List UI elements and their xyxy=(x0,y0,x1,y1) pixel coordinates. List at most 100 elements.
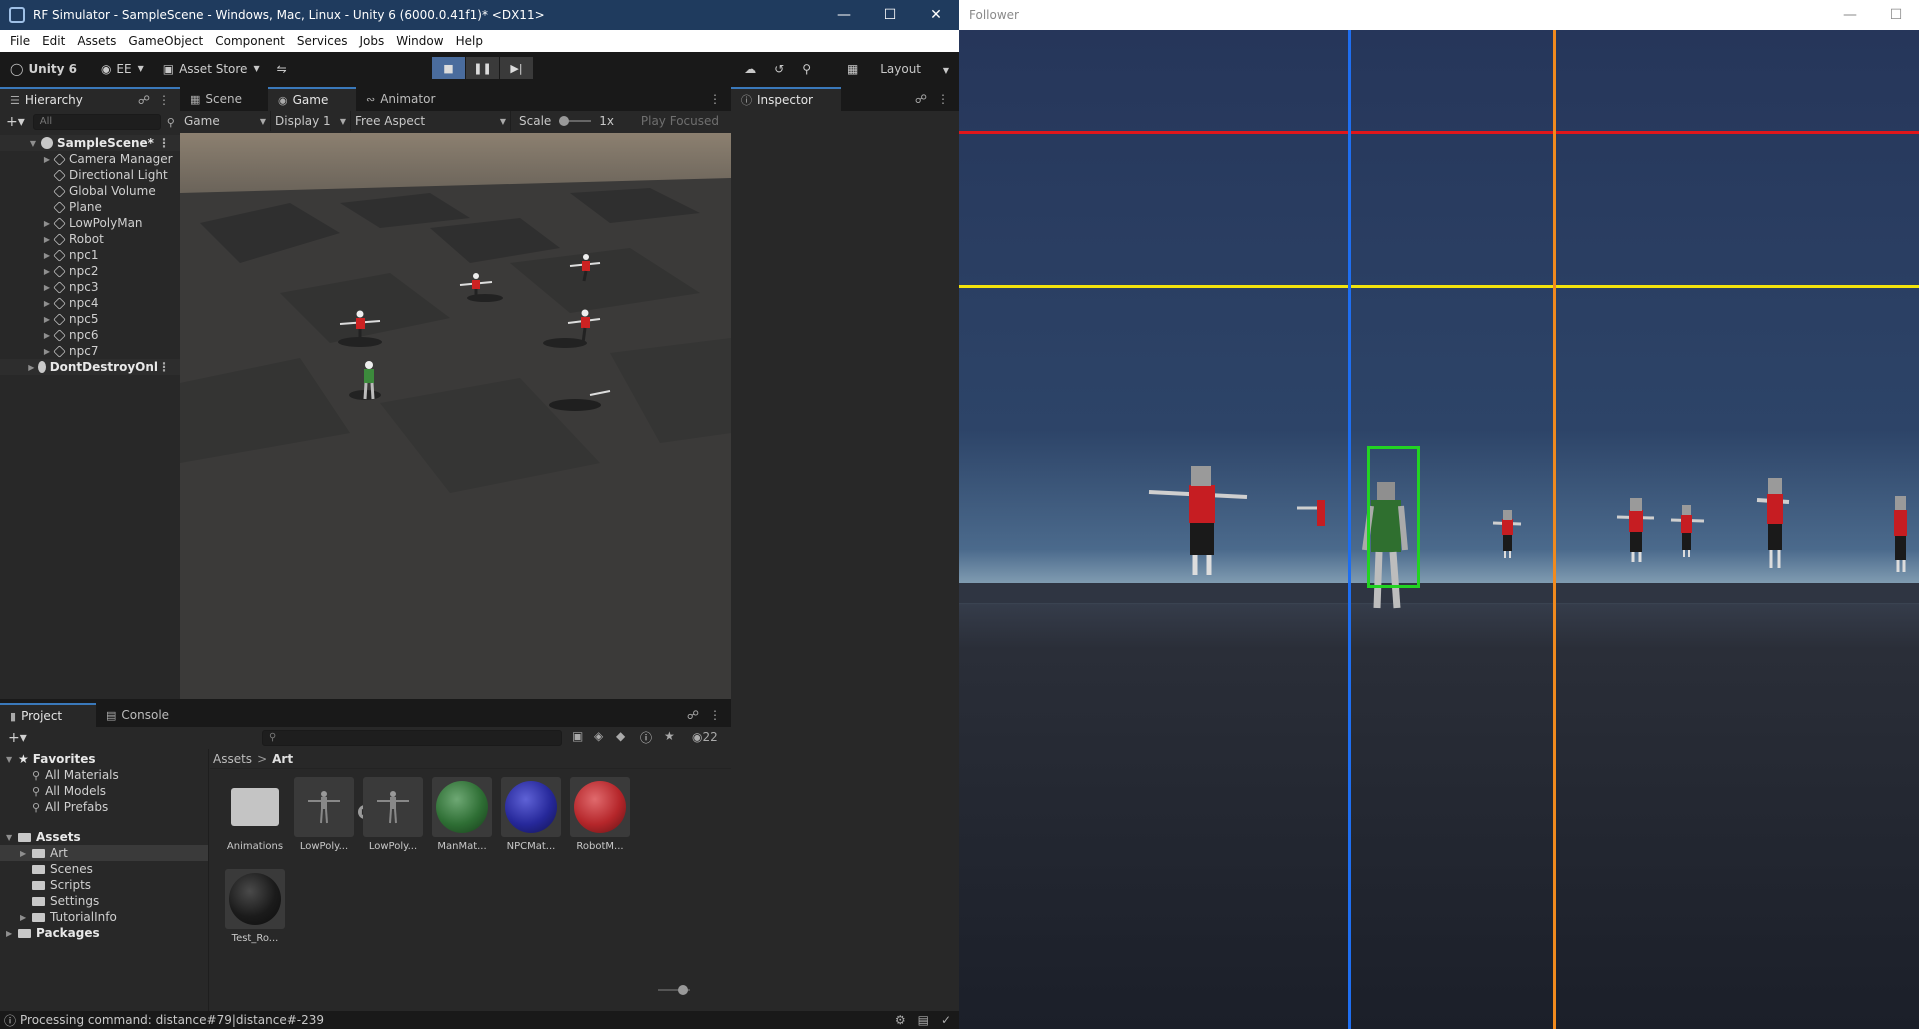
menu-component[interactable]: Component xyxy=(209,34,291,48)
hierarchy-item[interactable]: ▶ npc2 xyxy=(0,263,180,279)
hierarchy-item[interactable]: Global Volume xyxy=(0,183,180,199)
folder-tutorialinfo[interactable]: ▶ TutorialInfo xyxy=(0,909,208,925)
search-by-label-icon[interactable]: ◈ xyxy=(594,729,603,743)
cloud-icon[interactable]: ☁ xyxy=(744,62,756,76)
expand-arrow-icon[interactable]: ▶ xyxy=(42,299,52,308)
maximize-button[interactable]: ☐ xyxy=(867,0,913,30)
more-icon[interactable]: ⋮ xyxy=(158,136,170,150)
menu-edit[interactable]: Edit xyxy=(36,34,71,48)
more-icon[interactable]: ⋮ xyxy=(937,92,949,106)
unity-version-button[interactable]: ◯ Unity 6 xyxy=(10,62,77,76)
asset-material[interactable]: RobotM... xyxy=(567,777,633,852)
icon-size-handle[interactable] xyxy=(678,985,688,995)
packages-row[interactable]: ▶ Packages xyxy=(0,925,208,941)
hierarchy-item[interactable]: ▶ Camera Manager xyxy=(0,151,180,167)
asset-model[interactable]: LowPoly... xyxy=(291,777,357,852)
folder-art[interactable]: ▶ Art xyxy=(0,845,208,861)
tab-animator[interactable]: ∾ Animator xyxy=(356,87,445,111)
lock-icon[interactable]: ☍ xyxy=(915,92,927,106)
favorite-item[interactable]: ⚲ All Prefabs xyxy=(0,799,208,815)
scale-track[interactable] xyxy=(559,116,592,126)
hierarchy-item[interactable]: Plane xyxy=(0,199,180,215)
hierarchy-item[interactable]: ▶ npc1 xyxy=(0,247,180,263)
expand-arrow-icon[interactable]: ▶ xyxy=(42,155,52,164)
folder-scenes[interactable]: Scenes xyxy=(0,861,208,877)
menu-help[interactable]: Help xyxy=(450,34,489,48)
hierarchy-item[interactable]: ▶ npc3 xyxy=(0,279,180,295)
tag-icon[interactable]: ◆ xyxy=(616,729,625,743)
expand-arrow-icon[interactable]: ▼ xyxy=(28,139,38,148)
expand-arrow-icon[interactable]: ▶ xyxy=(20,913,32,922)
asset-store-dropdown[interactable]: ▣ Asset Store ▼ xyxy=(163,62,265,76)
minimize-button[interactable]: — xyxy=(821,0,867,30)
menu-file[interactable]: File xyxy=(4,34,36,48)
asset-material[interactable]: NPCMat... xyxy=(498,777,564,852)
expand-arrow-icon[interactable]: ▶ xyxy=(20,849,32,858)
debug-icon[interactable]: ⚙ xyxy=(895,1013,906,1027)
favorite-item[interactable]: ⚲ All Models xyxy=(0,783,208,799)
expand-arrow-icon[interactable]: ▶ xyxy=(42,235,52,244)
expand-arrow-icon[interactable]: ▶ xyxy=(42,219,52,228)
expand-arrow-icon[interactable]: ▼ xyxy=(6,833,18,842)
minimize-button[interactable]: — xyxy=(1827,0,1873,30)
expand-arrow-icon[interactable]: ▶ xyxy=(42,315,52,324)
scale-handle[interactable] xyxy=(559,116,570,126)
menu-jobs[interactable]: Jobs xyxy=(354,34,391,48)
maximize-button[interactable]: ☐ xyxy=(1873,0,1919,30)
warning-filter-icon[interactable]: ⓘ xyxy=(640,729,652,746)
expand-arrow-icon[interactable]: ▶ xyxy=(42,331,52,340)
hierarchy-item[interactable]: ▶ npc6 xyxy=(0,327,180,343)
cache-icon[interactable]: ▤ xyxy=(918,1013,929,1027)
star-icon[interactable]: ★ xyxy=(664,729,675,743)
menu-services[interactable]: Services xyxy=(291,34,354,48)
search-filter-icon[interactable]: ⚲ xyxy=(167,116,175,129)
asset-material[interactable]: ManMat... xyxy=(429,777,495,852)
expand-arrow-icon[interactable]: ▼ xyxy=(6,755,18,764)
layout-dropdown[interactable]: ▦ Layout ▼ xyxy=(829,62,949,76)
project-search-input[interactable]: ⚲ xyxy=(262,730,562,746)
tab-scene[interactable]: ▦ Scene xyxy=(180,87,268,111)
expand-arrow-icon[interactable]: ▶ xyxy=(28,363,35,372)
tab-project[interactable]: ▮ Project xyxy=(0,703,96,727)
hidden-packages-toggle[interactable]: ◉22 xyxy=(692,730,718,744)
create-asset-button[interactable]: +▾ xyxy=(8,730,27,746)
lock-icon[interactable]: ☍ xyxy=(687,708,699,722)
play-button[interactable]: ■ xyxy=(432,57,465,79)
breadcrumb-assets[interactable]: Assets xyxy=(213,752,252,766)
account-dropdown[interactable]: ◉ EE ▼ xyxy=(101,62,149,76)
favorite-item[interactable]: ⚲ All Materials xyxy=(0,767,208,783)
step-button[interactable]: ▶| xyxy=(500,57,533,79)
dontdestroy-scene-row[interactable]: ▶ DontDestroyOnl ⋮ xyxy=(0,359,180,375)
follower-camera-view[interactable] xyxy=(959,30,1919,1029)
expand-arrow-icon[interactable]: ▶ xyxy=(6,929,18,938)
more-icon[interactable]: ⋮ xyxy=(709,708,721,722)
expand-arrow-icon[interactable]: ▶ xyxy=(42,267,52,276)
menu-assets[interactable]: Assets xyxy=(71,34,122,48)
hierarchy-item[interactable]: Directional Light xyxy=(0,167,180,183)
expand-arrow-icon[interactable]: ▶ xyxy=(42,347,52,356)
display-dropdown[interactable]: Display 1 ▼ xyxy=(271,111,351,131)
menu-window[interactable]: Window xyxy=(390,34,449,48)
icon-size-slider[interactable] xyxy=(658,985,690,995)
search-icon[interactable]: ⚲ xyxy=(802,62,811,76)
scale-slider[interactable]: Scale 1x xyxy=(511,114,614,128)
check-icon[interactable]: ✓ xyxy=(941,1013,951,1027)
aspect-dropdown[interactable]: Free Aspect ▼ xyxy=(351,111,511,131)
asset-material[interactable]: Test_Ro... xyxy=(222,869,288,944)
add-object-button[interactable]: +▾ xyxy=(6,114,25,130)
assets-root-row[interactable]: ▼ Assets xyxy=(0,829,208,845)
search-by-type-icon[interactable]: ▣ xyxy=(572,729,583,743)
folder-scripts[interactable]: Scripts xyxy=(0,877,208,893)
more-icon[interactable]: ⋮ xyxy=(158,93,170,107)
game-mode-dropdown[interactable]: Game ▼ xyxy=(180,111,271,131)
close-button[interactable]: ✕ xyxy=(913,0,959,30)
version-control-button[interactable]: ⇋ xyxy=(277,62,292,76)
tab-console[interactable]: ▤ Console xyxy=(96,703,179,727)
more-icon[interactable]: ⋮ xyxy=(709,92,721,106)
tab-hierarchy[interactable]: ☰ Hierarchy ☍ ⋮ xyxy=(0,87,180,111)
scene-row[interactable]: ▼ SampleScene* ⋮ xyxy=(0,135,180,151)
expand-arrow-icon[interactable]: ▶ xyxy=(42,283,52,292)
game-render-view[interactable] xyxy=(180,133,731,699)
expand-arrow-icon[interactable]: ▶ xyxy=(42,251,52,260)
hierarchy-item[interactable]: ▶ Robot xyxy=(0,231,180,247)
